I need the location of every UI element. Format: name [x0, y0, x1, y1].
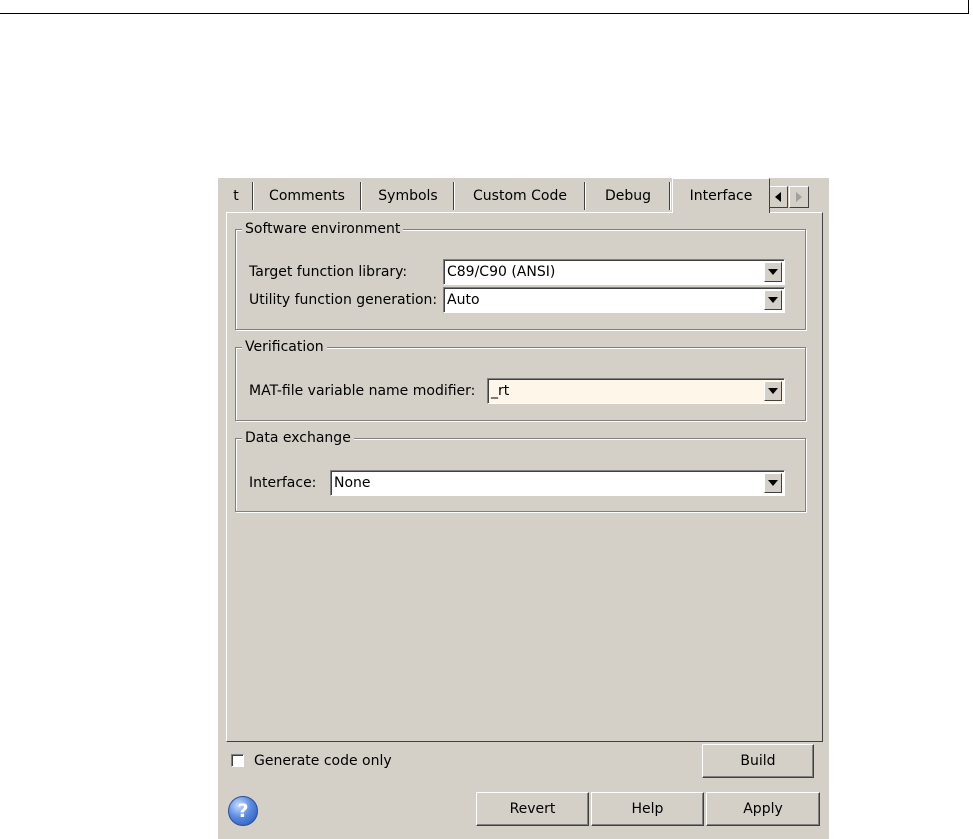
generate-code-only-label: Generate code only	[254, 753, 392, 769]
utility-function-generation-dropdown[interactable]: Auto	[443, 287, 785, 313]
tab-label: Interface	[689, 188, 753, 204]
target-function-library-label: Target function library:	[249, 264, 408, 280]
configuration-dialog: t Comments Symbols Custom Code Debug Int…	[218, 178, 829, 839]
dropdown-arrow-button[interactable]	[764, 290, 782, 310]
help-button[interactable]: Help	[591, 792, 704, 826]
utility-function-generation-label: Utility function generation:	[249, 292, 438, 308]
tab-custom-code[interactable]: Custom Code	[456, 182, 585, 210]
build-button[interactable]: Build	[702, 744, 814, 778]
button-label: Build	[740, 753, 776, 769]
help-question-icon[interactable]: ?	[228, 796, 258, 826]
dropdown-value: None	[334, 475, 371, 491]
button-label: Apply	[743, 801, 783, 817]
tab-interface[interactable]: Interface	[672, 178, 770, 213]
mat-file-modifier-label: MAT-file variable name modifier:	[249, 383, 476, 399]
dropdown-arrow-button[interactable]	[764, 473, 782, 493]
tab-strip: t Comments Symbols Custom Code Debug Int…	[218, 178, 829, 213]
generate-code-only-checkbox[interactable]	[231, 754, 244, 767]
tab-scroll-buttons	[768, 186, 814, 210]
tab-label: Comments	[269, 188, 345, 204]
tab-label: Custom Code	[473, 188, 567, 204]
target-function-library-row: Target function library: C89/C90 (ANSI)	[249, 259, 799, 285]
tab-label: t	[233, 188, 239, 204]
tab-label: Symbols	[378, 188, 438, 204]
mat-file-modifier-dropdown[interactable]: _rt	[487, 378, 785, 404]
dropdown-value: Auto	[447, 292, 480, 308]
tab-scroll-right-button[interactable]	[789, 186, 809, 208]
apply-button[interactable]: Apply	[706, 792, 820, 826]
dropdown-arrow-button[interactable]	[764, 381, 782, 401]
interface-tab-panel: Software environment Target function lib…	[226, 212, 823, 742]
utility-function-generation-row: Utility function generation: Auto	[249, 287, 799, 313]
tab-symbols[interactable]: Symbols	[363, 182, 454, 210]
interface-dropdown[interactable]: None	[330, 470, 785, 496]
tab-scroll-left-button[interactable]	[768, 186, 788, 208]
dropdown-value: _rt	[491, 383, 510, 399]
top-separator-line	[0, 0, 969, 14]
target-function-library-dropdown[interactable]: C89/C90 (ANSI)	[443, 259, 785, 285]
mat-file-modifier-row: MAT-file variable name modifier: _rt	[249, 378, 799, 404]
button-label: Revert	[509, 801, 556, 817]
arrow-left-icon	[775, 192, 781, 202]
chevron-down-icon	[768, 269, 778, 275]
help-icon-glyph: ?	[237, 800, 249, 822]
revert-button[interactable]: Revert	[476, 792, 589, 826]
chevron-down-icon	[768, 388, 778, 394]
group-title: Data exchange	[242, 429, 354, 447]
group-title: Verification	[242, 338, 327, 356]
tab-truncated[interactable]: t	[220, 182, 253, 210]
chevron-down-icon	[768, 480, 778, 486]
chevron-down-icon	[768, 297, 778, 303]
group-title: Software environment	[242, 220, 404, 238]
verification-group: Verification MAT-file variable name modi…	[235, 338, 806, 421]
interface-row: Interface: None	[249, 470, 799, 496]
tab-debug[interactable]: Debug	[587, 182, 670, 210]
software-environment-group: Software environment Target function lib…	[235, 220, 806, 330]
tab-label: Debug	[604, 188, 652, 204]
arrow-right-icon	[796, 192, 802, 202]
tab-comments[interactable]: Comments	[254, 182, 361, 210]
dropdown-arrow-button[interactable]	[764, 262, 782, 282]
data-exchange-group: Data exchange Interface: None	[235, 429, 806, 512]
button-label: Help	[631, 801, 664, 817]
dropdown-value: C89/C90 (ANSI)	[447, 264, 556, 280]
interface-label: Interface:	[249, 475, 317, 491]
